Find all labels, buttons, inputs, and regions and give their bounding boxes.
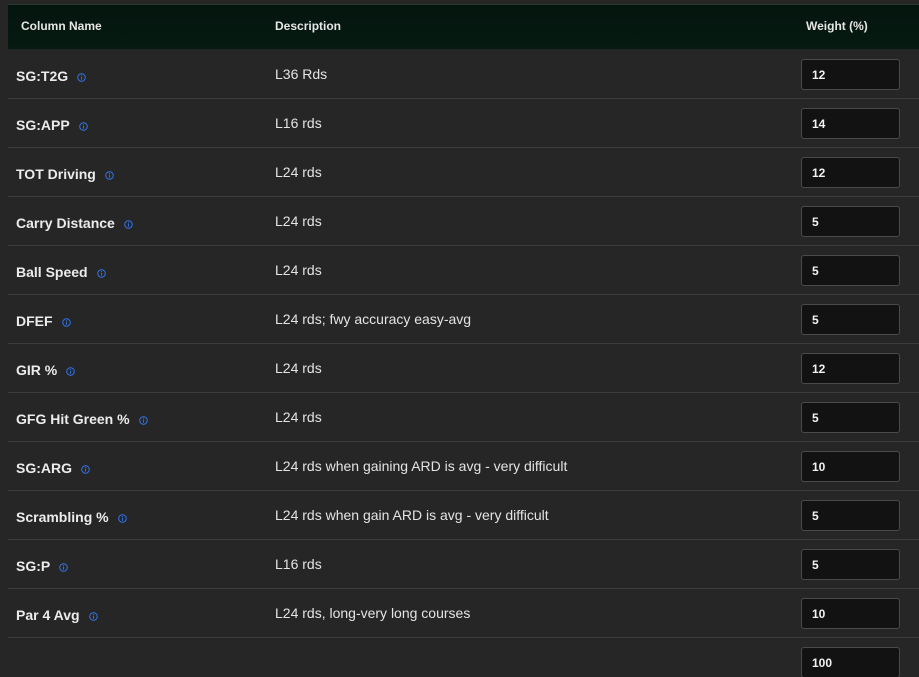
page: Column Name Description Weight (%) SG:T2… (0, 0, 919, 677)
row-name-label: DFEF (16, 313, 53, 329)
weight-input[interactable] (801, 255, 900, 286)
weight-input[interactable] (801, 549, 900, 580)
table-row: Ball Speed L24 rds (8, 246, 919, 295)
info-icon[interactable] (61, 317, 71, 327)
weight-input[interactable] (801, 451, 900, 482)
row-description: L24 rds when gain ARD is avg - very diff… (275, 507, 549, 523)
table-row: DFEF L24 rds; fwy accuracy easy-avg (8, 295, 919, 344)
row-description: L24 rds; fwy accuracy easy-avg (275, 311, 472, 327)
info-icon[interactable] (105, 170, 114, 180)
row-description: L16 rds (275, 115, 322, 131)
row-name: Ball Speed (16, 264, 106, 280)
table-row: SG:T2G L36 Rds (8, 50, 919, 99)
table-header: Column Name Description Weight (%) (8, 4, 919, 50)
weight-input[interactable] (801, 402, 900, 433)
row-name: Carry Distance (16, 215, 133, 231)
row-name: SG:APP (16, 117, 88, 133)
row-description: L24 rds (275, 213, 322, 229)
row-name-label: SG:P (16, 558, 51, 574)
row-description: L36 Rds (275, 66, 328, 82)
row-name-label: SG:T2G (16, 68, 69, 84)
info-icon[interactable] (88, 611, 98, 621)
row-description: L24 rds (275, 262, 322, 278)
info-icon[interactable] (117, 513, 127, 523)
info-icon[interactable] (96, 268, 106, 278)
table-row: GIR % L24 rds (8, 344, 919, 393)
table-row: SG:ARG L24 rds when gaining ARD is avg -… (8, 442, 919, 491)
weight-input[interactable] (801, 500, 900, 531)
row-name-label: Ball Speed (16, 264, 88, 280)
weight-input[interactable] (801, 206, 900, 237)
table-row: Carry Distance L24 rds (8, 197, 919, 246)
row-description: L24 rds (275, 164, 322, 180)
row-name-label: SG:APP (16, 117, 70, 133)
weight-input[interactable] (801, 598, 900, 629)
row-description: L24 rds, long-very long courses (275, 605, 471, 621)
row-description: L24 rds (275, 409, 322, 425)
header-column-name: Column Name (21, 19, 102, 33)
info-icon[interactable] (77, 72, 86, 82)
info-icon[interactable] (66, 366, 76, 376)
table-row: GFG Hit Green % L24 rds (8, 393, 919, 442)
row-name-label: Par 4 Avg (16, 607, 80, 623)
row-name-label: GFG Hit Green % (16, 411, 130, 427)
table-row: Scrambling % L24 rds when gain ARD is av… (8, 491, 919, 540)
row-name-label: GIR % (16, 362, 58, 378)
header-weight: Weight (%) (806, 19, 868, 33)
weight-input[interactable] (801, 304, 900, 335)
table-row: SG:APP L16 rds (8, 99, 919, 148)
row-description: L24 rds when gaining ARD is avg - very d… (275, 458, 568, 474)
info-icon[interactable] (81, 464, 90, 474)
row-name: SG:P (16, 558, 69, 574)
row-name: SG:ARG (16, 460, 90, 476)
row-name: Par 4 Avg (16, 607, 98, 623)
weights-table: Column Name Description Weight (%) SG:T2… (8, 4, 919, 677)
row-name: SG:T2G (16, 68, 86, 84)
row-description: L24 rds (275, 360, 322, 376)
table-row: TOT Driving L24 rds (8, 148, 919, 197)
header-description: Description (275, 19, 342, 33)
total-row (8, 638, 919, 677)
row-name-label: Scrambling % (16, 509, 109, 525)
total-weight-input[interactable] (801, 647, 900, 677)
info-icon[interactable] (124, 219, 133, 229)
info-icon[interactable] (78, 121, 88, 131)
info-icon[interactable] (138, 415, 148, 425)
row-name-label: Carry Distance (16, 215, 115, 231)
row-description: L16 rds (275, 556, 322, 572)
weight-input[interactable] (801, 108, 900, 139)
weight-input[interactable] (801, 353, 900, 384)
row-name: TOT Driving (16, 166, 114, 182)
row-name: GIR % (16, 362, 76, 378)
info-icon[interactable] (59, 562, 69, 572)
weight-input[interactable] (801, 157, 900, 188)
row-name-label: SG:ARG (16, 460, 72, 476)
row-name: DFEF (16, 313, 71, 329)
weight-input[interactable] (801, 59, 900, 90)
row-name: Scrambling % (16, 509, 127, 525)
row-name-label: TOT Driving (16, 166, 96, 182)
table-row: Par 4 Avg L24 rds, long-very long course… (8, 589, 919, 638)
row-name: GFG Hit Green % (16, 411, 148, 427)
table-row: SG:P L16 rds (8, 540, 919, 589)
